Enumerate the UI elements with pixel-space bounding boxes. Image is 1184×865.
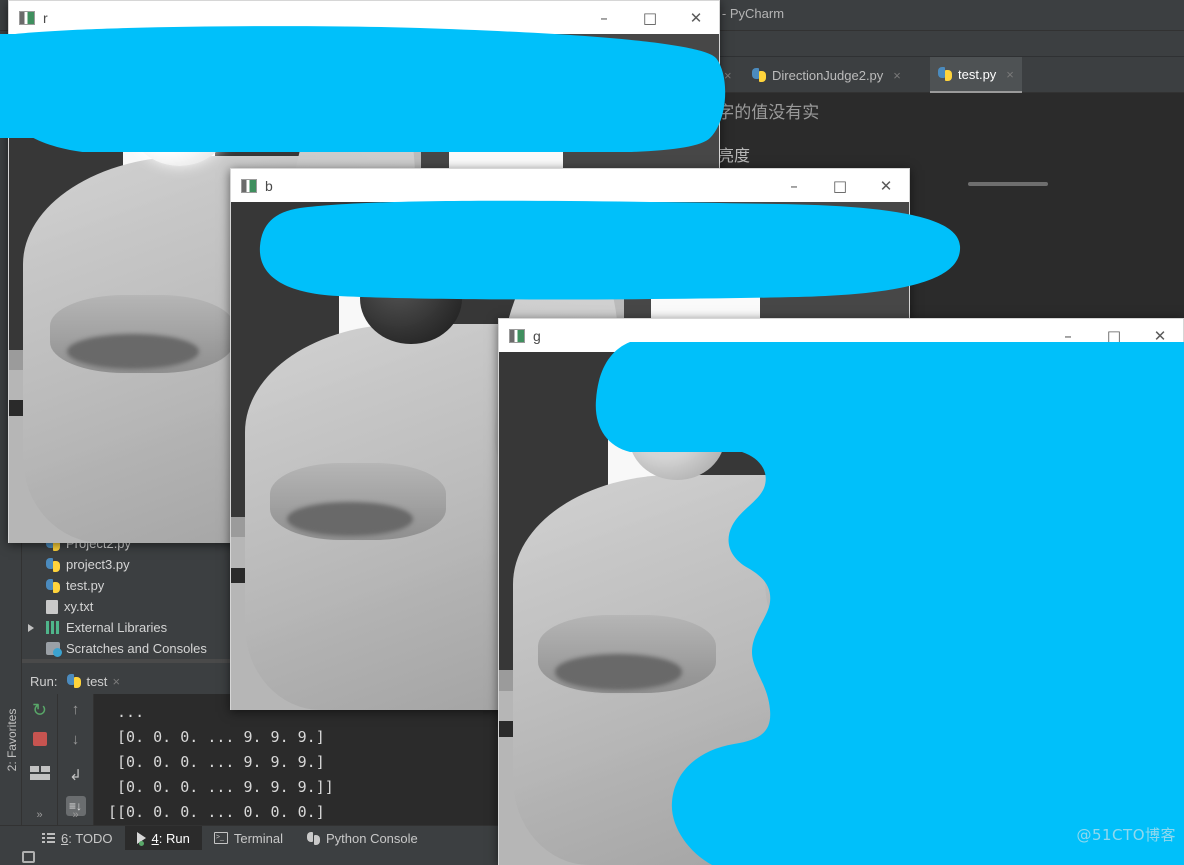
run-label: Run: [30,673,58,689]
window-title-bar[interactable]: g – □ ✕ [499,319,1183,352]
more-icon[interactable]: » [36,809,42,821]
image-window-g[interactable]: g – □ ✕ [498,318,1184,865]
tree-item-label: project3.py [66,557,130,572]
image-channel-icon [509,328,525,343]
rerun-icon[interactable]: ↻ [30,700,50,720]
webcam-frame-green-channel [499,352,1183,865]
tree-item-testpy[interactable]: test.py [22,575,234,596]
status-button-label: : TODO [68,830,113,846]
down-arrow-icon[interactable]: ↓ [66,730,86,750]
python-file-icon [46,578,60,593]
editor-tab-partial-close[interactable]: × [720,57,732,93]
status-button-terminal[interactable]: >_ Terminal [202,826,295,851]
tree-item-label: test.py [66,578,105,593]
status-button-label: Python Console [325,830,418,846]
ball-object [359,252,462,345]
status-button-run[interactable]: 4: Run [124,825,202,851]
maximize-icon[interactable]: □ [817,169,863,202]
project-tree[interactable]: Project2.py project3.py test.py xy.txt E… [22,533,234,659]
tree-item-xytxt[interactable]: xy.txt [22,596,234,617]
console-line: [0. 0. 0. ... 9. 9. 9.] [108,753,325,771]
run-icon [136,832,146,846]
stop-icon[interactable] [32,732,47,746]
chevron-right-icon[interactable] [28,623,34,632]
tree-item-label: External Libraries [66,620,168,635]
image-channel-icon [241,178,257,193]
soft-wrap-icon[interactable]: ↲ [66,766,86,786]
status-button-python-console[interactable]: Python Console [295,826,430,851]
close-icon[interactable]: ✕ [863,169,909,202]
tree-item-label: xy.txt [64,599,94,614]
sidebar-item-favorites[interactable]: 2: Favorites [5,708,19,772]
console-line: [0. 0. 0. ... 9. 9. 9.]] [108,778,334,796]
window-image-canvas [499,352,1183,865]
window-controls: – □ ✕ [581,1,719,34]
project-horizontal-scrollbar[interactable] [22,659,234,663]
layout-icon[interactable] [29,766,50,786]
window-controls: – □ ✕ [1045,319,1183,352]
ball-object [129,79,230,167]
window-title-bar[interactable]: r – □ ✕ [9,1,719,34]
window-title-label: b [265,177,273,194]
window-title-label: g [533,327,541,344]
window-mode-icon[interactable] [22,851,35,863]
editor-tab-label: test.py [958,66,997,82]
close-icon[interactable]: × [893,68,901,83]
python-file-icon [46,557,60,572]
window-title-bar[interactable]: b – □ ✕ [231,169,909,202]
run-toolbar-left: ↻ » [22,694,58,825]
tree-item-scratches-and-consoles[interactable]: Scratches and Consoles [22,638,234,659]
close-icon[interactable]: ✕ [1137,319,1183,352]
run-configuration-tab[interactable]: test × [67,673,120,696]
tree-item-project3[interactable]: project3.py [22,554,234,575]
window-title-label: r [43,9,48,26]
close-icon[interactable]: × [1006,67,1014,82]
minimize-icon[interactable]: – [581,1,627,34]
close-icon[interactable]: × [112,674,120,689]
maximize-icon[interactable]: □ [1091,319,1137,352]
window-controls: – □ ✕ [771,169,909,202]
close-icon[interactable]: ✕ [673,1,719,34]
editor-tab-directionjudge2[interactable]: DirectionJudge2.py × [744,57,909,93]
screenshot-root: test.py - PyCharm DirectionJudge2.py × t… [0,0,1184,865]
python-console-icon [306,831,320,845]
editor-tab-testpy[interactable]: test.py × [930,57,1022,93]
console-line: [[0. 0. 0. ... 0. 0. 0.] [108,803,325,821]
tree-item-label: Scratches and Consoles [66,641,207,656]
ball-object [628,393,725,481]
close-icon[interactable]: × [724,68,732,83]
status-button-label: : Run [158,830,190,846]
maximize-icon[interactable]: □ [627,1,673,34]
status-button-todo[interactable]: 6: TODO [30,826,125,851]
terminal-icon: >_ [213,832,228,844]
run-config-label: test [86,673,108,689]
editor-tab-label: DirectionJudge2.py [772,67,884,83]
python-file-icon [938,67,952,81]
tree-item-external-libraries[interactable]: External Libraries [22,617,234,638]
more-icon[interactable]: » [72,809,78,821]
scratches-icon [46,642,62,657]
todo-list-icon [42,832,55,844]
run-console-output[interactable]: ... [0. 0. 0. ... 9. 9. 9.] [0. 0. 0. ..… [94,694,500,825]
python-file-icon [752,68,766,82]
up-arrow-icon[interactable]: ↑ [66,700,86,720]
image-channel-icon [19,10,35,25]
console-line: [0. 0. 0. ... 9. 9. 9.] [108,728,325,746]
text-file-icon [46,599,58,614]
library-icon [46,621,60,634]
python-run-icon [67,674,82,688]
editor-scroll-marker[interactable] [968,182,1048,186]
minimize-icon[interactable]: – [1045,319,1091,352]
run-toolbar-right: ↑ ↓ ↲ ≡↓ » [58,694,94,825]
status-button-label: Terminal [233,830,283,846]
minimize-icon[interactable]: – [771,169,817,202]
status-button-shortcut: 4 [151,830,159,846]
watermark-label: @51CTO博客 [1076,826,1176,844]
